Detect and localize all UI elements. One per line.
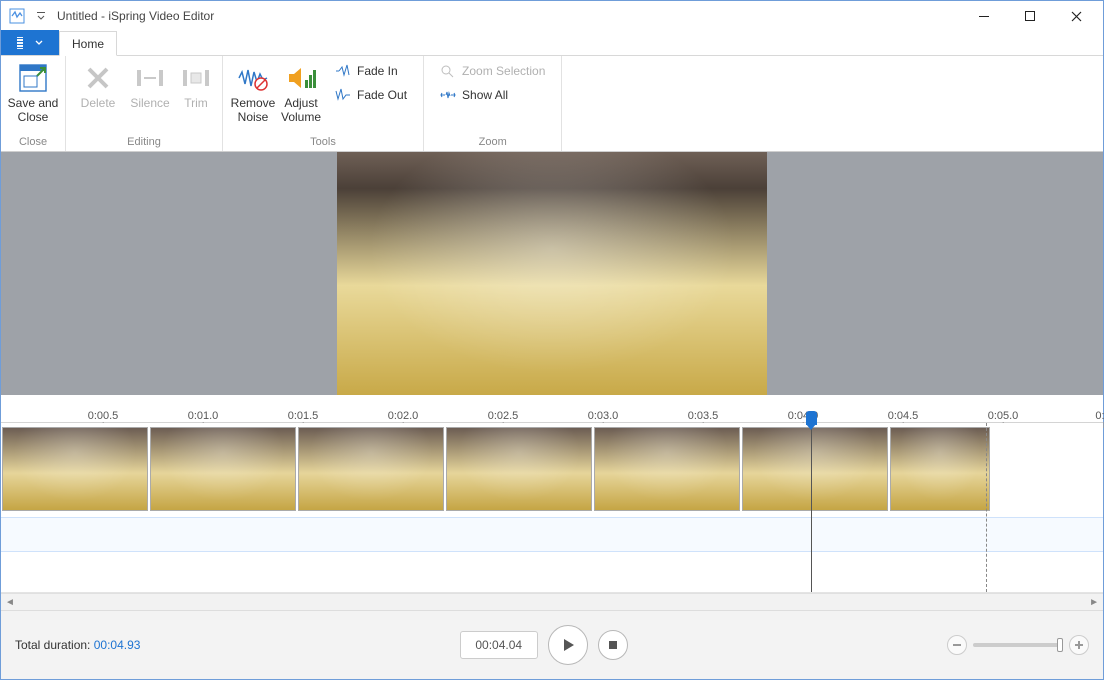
ruler-tick: 0:01.0	[188, 410, 219, 422]
ruler-tick: 0:00.5	[88, 410, 119, 422]
save-and-close-label: Save and Close	[7, 96, 59, 125]
fade-in-icon	[335, 63, 351, 79]
stop-button[interactable]	[598, 630, 628, 660]
window-title: Untitled - iSpring Video Editor	[57, 9, 214, 23]
fade-in-label: Fade In	[357, 64, 398, 78]
adjust-volume-label: Adjust Volume	[277, 96, 325, 125]
video-frame	[337, 152, 767, 395]
chevron-down-icon	[35, 40, 43, 46]
ribbon: Save and Close Close Delete Silence Trim…	[1, 56, 1103, 152]
total-duration: Total duration: 00:04.93	[15, 638, 140, 652]
zoom-slider-handle[interactable]	[1057, 638, 1063, 652]
timeline-thumbnail[interactable]	[594, 427, 740, 511]
scroll-right-icon[interactable]: ►	[1089, 597, 1099, 608]
scroll-left-icon[interactable]: ◄	[5, 597, 15, 608]
show-all-label: Show All	[462, 88, 508, 102]
play-icon	[560, 637, 576, 653]
timeline-thumbnail[interactable]	[742, 427, 888, 511]
clip-end-marker	[986, 423, 987, 592]
ribbon-group-tools: Remove Noise Adjust Volume Fade In Fade …	[223, 56, 424, 151]
timeline-thumbnail[interactable]	[446, 427, 592, 511]
delete-button: Delete	[72, 58, 124, 130]
silence-button: Silence	[124, 58, 176, 130]
app-icon	[9, 8, 25, 24]
fade-out-button[interactable]: Fade Out	[331, 84, 411, 106]
timeline-thumbnail[interactable]	[298, 427, 444, 511]
playhead-handle[interactable]	[806, 411, 817, 425]
show-all-button[interactable]: Show All	[436, 84, 549, 106]
ruler-tick: 0:03.0	[588, 410, 619, 422]
video-preview	[1, 152, 1103, 395]
ruler-tick: 0:04.5	[888, 410, 919, 422]
remove-noise-label: Remove Noise	[229, 96, 277, 125]
timeline-thumbnail[interactable]	[2, 427, 148, 511]
adjust-volume-button[interactable]: Adjust Volume	[277, 58, 325, 130]
ruler-tick: 0:02.0	[388, 410, 419, 422]
zoom-in-button[interactable]	[1069, 635, 1089, 655]
silence-icon	[134, 62, 166, 94]
minimize-button[interactable]	[961, 1, 1007, 31]
ribbon-group-zoom: Zoom Selection Show All Zoom	[424, 56, 562, 151]
ruler-tick: 0:02.5	[488, 410, 519, 422]
timeline-thumbnail[interactable]	[890, 427, 990, 511]
total-duration-label: Total duration:	[15, 638, 94, 652]
ribbon-tab-strip: Home	[1, 31, 1103, 56]
video-track[interactable]	[1, 423, 1103, 517]
zoom-selection-icon	[440, 63, 456, 79]
status-bar: Total duration: 00:04.93 00:04.04	[1, 610, 1103, 679]
trim-icon	[180, 62, 212, 94]
zoom-control	[947, 635, 1089, 655]
delete-icon	[82, 62, 114, 94]
ruler-tick: 0:05.0	[988, 410, 1019, 422]
stop-icon	[607, 639, 619, 651]
fade-in-button[interactable]: Fade In	[331, 60, 411, 82]
silence-label: Silence	[130, 96, 169, 110]
empty-track	[1, 552, 1103, 587]
play-button[interactable]	[548, 625, 588, 665]
maximize-button[interactable]	[1007, 1, 1053, 31]
zoom-slider[interactable]	[973, 643, 1063, 647]
group-label-zoom: Zoom	[430, 133, 555, 151]
ruler-tick: 0:03.5	[688, 410, 719, 422]
zoom-selection-button: Zoom Selection	[436, 60, 549, 82]
timeline-thumbnail[interactable]	[150, 427, 296, 511]
title-bar: Untitled - iSpring Video Editor	[1, 1, 1103, 31]
close-button[interactable]	[1053, 1, 1099, 31]
trim-button: Trim	[176, 58, 216, 130]
adjust-volume-icon	[285, 62, 317, 94]
ribbon-group-close: Save and Close Close	[1, 56, 66, 151]
horizontal-scrollbar[interactable]: ◄ ►	[1, 593, 1103, 610]
remove-noise-button[interactable]: Remove Noise	[229, 58, 277, 130]
total-duration-value: 00:04.93	[94, 638, 141, 652]
audio-track[interactable]	[1, 517, 1103, 552]
tab-home[interactable]: Home	[59, 31, 117, 56]
save-and-close-icon	[17, 62, 49, 94]
delete-label: Delete	[81, 96, 116, 110]
ruler-tick: 0:0	[1095, 410, 1104, 422]
ribbon-group-editing: Delete Silence Trim Editing	[66, 56, 223, 151]
fade-out-icon	[335, 87, 351, 103]
ruler-tick: 0:01.5	[288, 410, 319, 422]
quick-access-dropdown-icon[interactable]	[33, 8, 49, 24]
group-label-editing: Editing	[72, 133, 216, 151]
zoom-selection-label: Zoom Selection	[462, 64, 545, 78]
zoom-out-button[interactable]	[947, 635, 967, 655]
show-all-icon	[440, 87, 456, 103]
save-and-close-button[interactable]: Save and Close	[7, 58, 59, 130]
remove-noise-icon	[237, 62, 269, 94]
timeline-ruler[interactable]: 0:00.5 0:01.0 0:01.5 0:02.0 0:02.5 0:03.0 0:03…	[1, 395, 1103, 423]
playhead[interactable]	[811, 423, 812, 592]
group-label-tools: Tools	[229, 133, 417, 151]
timeline[interactable]	[1, 423, 1103, 593]
file-menu-button[interactable]	[1, 30, 59, 55]
fade-out-label: Fade Out	[357, 88, 407, 102]
current-time-display: 00:04.04	[460, 631, 538, 659]
group-label-close: Close	[7, 133, 59, 151]
file-menu-icon	[17, 37, 31, 49]
trim-label: Trim	[184, 96, 208, 110]
